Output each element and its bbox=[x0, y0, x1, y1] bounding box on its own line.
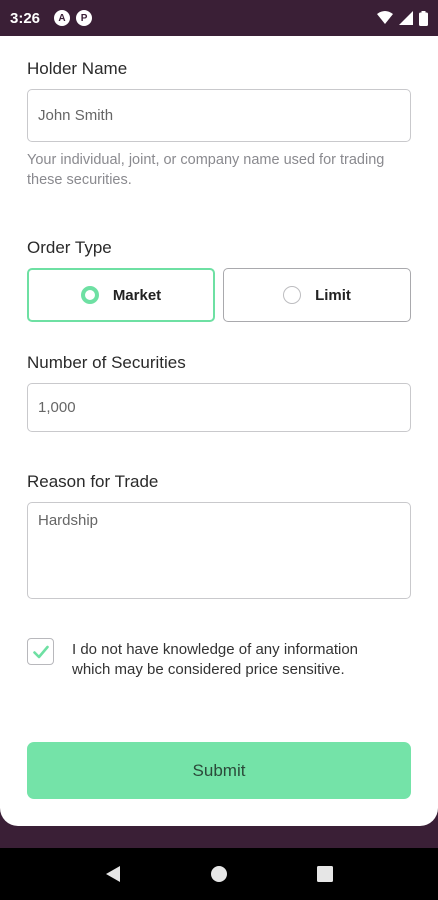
holder-name-label: Holder Name bbox=[27, 59, 128, 78]
app-notification-icon: A bbox=[54, 10, 71, 26]
signal-icon bbox=[399, 11, 413, 25]
holder-name-helper: Your individual, joint, or company name … bbox=[27, 152, 385, 188]
reason-for-trade-label: Reason for Trade bbox=[27, 472, 159, 491]
checkmark-icon bbox=[32, 645, 49, 658]
limit-label: Limit bbox=[315, 286, 351, 304]
order-type-limit-option[interactable]: Limit bbox=[223, 268, 411, 322]
number-of-securities-input[interactable] bbox=[27, 383, 411, 432]
system-nav-bar bbox=[0, 848, 438, 900]
radio-selected-icon bbox=[80, 286, 99, 304]
submit-button[interactable]: Submit bbox=[27, 742, 411, 799]
status-icons bbox=[377, 10, 428, 26]
status-bar: 3:26 A P bbox=[0, 0, 438, 36]
order-type-market-option[interactable]: Market bbox=[27, 268, 215, 322]
radio-unselected-icon bbox=[283, 286, 302, 304]
app-notification-icon-2: P bbox=[76, 10, 93, 26]
order-form-card: Holder Name Your individual, joint, or c… bbox=[0, 36, 438, 826]
price-sensitive-statement: I do not have knowledge of any informati… bbox=[72, 641, 359, 678]
wifi-icon bbox=[377, 11, 393, 24]
market-label: Market bbox=[112, 286, 162, 304]
number-of-securities-label: Number of Securities bbox=[27, 353, 186, 372]
recents-icon[interactable] bbox=[317, 866, 334, 882]
home-icon[interactable] bbox=[210, 865, 228, 883]
order-type-label: Order Type bbox=[27, 238, 112, 257]
reason-for-trade-textarea[interactable] bbox=[27, 502, 411, 599]
battery-icon bbox=[419, 10, 428, 26]
price-sensitive-checkbox[interactable] bbox=[27, 638, 54, 665]
holder-name-input[interactable] bbox=[27, 89, 411, 142]
status-time: 3:26 bbox=[10, 9, 41, 27]
back-icon[interactable] bbox=[105, 865, 121, 883]
